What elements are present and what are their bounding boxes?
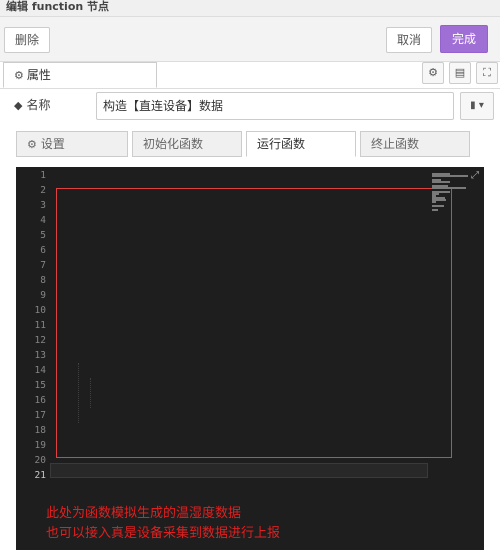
name-row: ◆ 名称 构造【直连设备】数据 ▮ ▾ — [14, 92, 494, 120]
tab-close-label: 终止函数 — [371, 137, 420, 151]
tab-init-function[interactable]: 初始化函数 — [132, 131, 242, 157]
annotation-line-1: 此处为函数模拟生成的温湿度数据 — [46, 506, 242, 521]
line-number: 7 — [40, 260, 46, 271]
line-number: 21 — [34, 470, 46, 481]
dialog-title: 编辑 function 节点 — [6, 0, 110, 13]
name-label: ◆ 名称 — [14, 96, 50, 113]
tab-close-function[interactable]: 终止函数 — [360, 131, 470, 157]
line-number: 20 — [34, 455, 46, 466]
line-number: 4 — [40, 215, 46, 226]
minimap-line — [432, 175, 468, 177]
line-number: 11 — [34, 320, 46, 331]
minimap-line — [432, 201, 436, 203]
tab-run-function[interactable]: 运行函数 — [246, 131, 356, 157]
editor-tabs-row: ⚙ 属性 ⚙ ▤ ⛶ — [0, 62, 500, 89]
dialog-titlebar: 编辑 function 节点 — [0, 0, 500, 17]
line-number: 3 — [40, 200, 46, 211]
annotation-line-2: 也可以接入真是设备采集到数据进行上报 — [46, 526, 281, 541]
line-number: 14 — [34, 365, 46, 376]
indent-guide — [90, 378, 91, 408]
line-number: 10 — [34, 305, 46, 316]
line-number: 5 — [40, 230, 46, 241]
expand-icon[interactable]: ⤢ — [468, 169, 482, 183]
code-editor[interactable]: 123456789101112131415161718192021 var mi… — [16, 167, 484, 550]
tab-run-label: 运行函数 — [257, 137, 306, 151]
line-number: 2 — [40, 185, 46, 196]
function-subtabs: ⚙ 设置 初始化函数 运行函数 终止函数 — [16, 131, 492, 157]
tag-icon: ◆ — [14, 99, 23, 112]
line-number: 9 — [40, 290, 46, 301]
line-number: 8 — [40, 275, 46, 286]
indent-guide — [78, 363, 79, 423]
minimap-line — [432, 209, 439, 211]
tab-properties-label: 属性 — [26, 68, 51, 82]
cancel-button[interactable]: 取消 — [386, 27, 432, 53]
expand-icon[interactable]: ⛶ — [476, 62, 498, 84]
cog-icon: ⚙ — [27, 138, 37, 151]
tab-init-label: 初始化函数 — [143, 137, 204, 151]
name-input[interactable]: 构造【直连设备】数据 — [96, 92, 454, 120]
annotation-highlight-box — [56, 188, 452, 458]
dialog-toolbar: 删除 取消 完成 — [0, 17, 500, 62]
line-number: 13 — [34, 350, 46, 361]
tab-settings[interactable]: ⚙ 设置 — [16, 131, 128, 157]
gear-icon[interactable]: ⚙ — [422, 62, 444, 84]
line-number: 19 — [34, 440, 46, 451]
tab-settings-label: 设置 — [40, 137, 65, 151]
line-number: 1 — [40, 170, 46, 181]
cog-icon: ⚙ — [14, 69, 24, 82]
line-number: 16 — [34, 395, 46, 406]
line-number: 17 — [34, 410, 46, 421]
line-number: 18 — [34, 425, 46, 436]
minimap-line — [432, 181, 451, 183]
line-number: 15 — [34, 380, 46, 391]
file-icon[interactable]: ▤ — [449, 62, 471, 84]
minimap-line — [432, 187, 466, 189]
minimap-line — [432, 205, 444, 207]
line-number-gutter: 1 2 3 4 5 6 7 8 9 10 11 12 13 14 15 16 17 18 19 20 21 — [16, 167, 50, 550]
done-button[interactable]: 完成 — [440, 25, 488, 53]
line-number: 12 — [34, 335, 46, 346]
current-line-highlight — [50, 463, 428, 478]
delete-button[interactable]: 删除 — [4, 27, 50, 53]
book-icon[interactable]: ▮ ▾ — [460, 92, 494, 120]
tab-properties[interactable]: ⚙ 属性 — [3, 62, 157, 88]
name-label-text: 名称 — [26, 98, 51, 112]
line-number: 6 — [40, 245, 46, 256]
